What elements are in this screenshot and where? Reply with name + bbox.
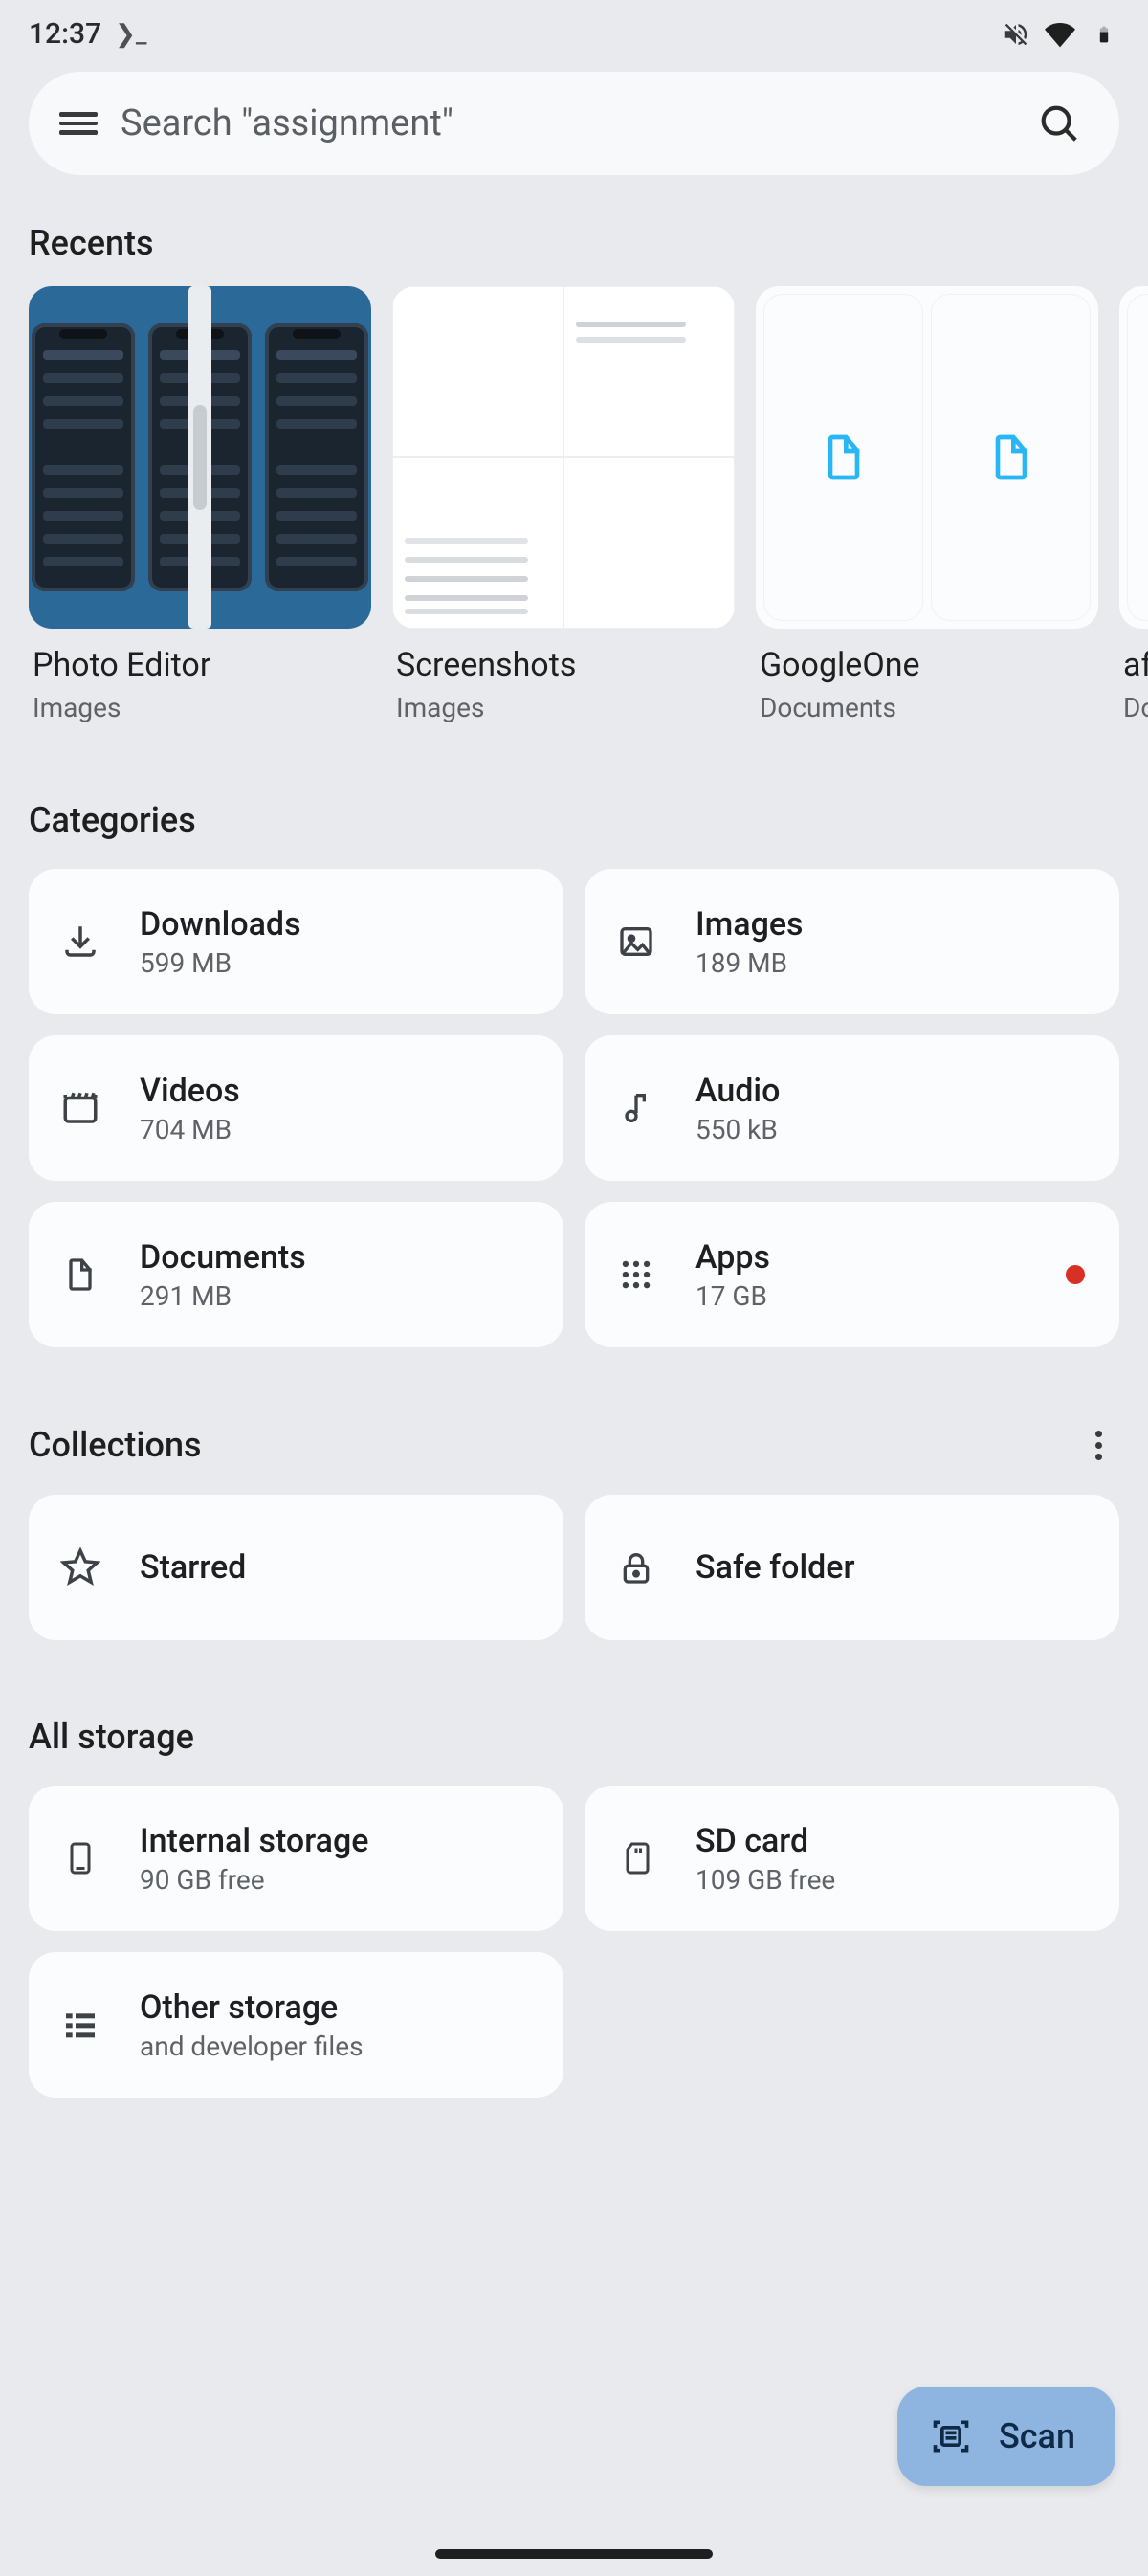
search-bar[interactable]: Search "assignment": [29, 72, 1119, 175]
storage-name: Internal storage: [140, 1822, 368, 1860]
storage-grid: Internal storage 90 GB free SD card 109 GB…: [0, 1780, 1148, 2098]
storage-internal[interactable]: Internal storage 90 GB free: [29, 1786, 563, 1931]
recent-item[interactable]: GoogleOne Documents: [756, 286, 1098, 723]
download-icon: [57, 919, 103, 965]
category-size: 550 kB: [695, 1114, 780, 1145]
more-icon[interactable]: [1077, 1424, 1119, 1466]
recents-row[interactable]: Photo Editor Images Screenshots Images G…: [0, 286, 1148, 723]
status-time: 12:37: [29, 17, 101, 51]
recent-thumb-photo-editor: [29, 286, 371, 629]
recent-subtitle: Images: [392, 692, 735, 723]
categories-grid: Downloads599 MB Images189 MB Videos 704 M…: [0, 863, 1148, 1347]
collection-name: Starred: [140, 1548, 246, 1587]
recent-item[interactable]: afla Doc: [1119, 286, 1148, 723]
category-documents[interactable]: Documents291 MB: [29, 1202, 563, 1347]
category-size: 704 MB: [140, 1114, 240, 1145]
apps-icon: [613, 1252, 659, 1298]
collections-grid: Starred Safe folder: [0, 1489, 1148, 1640]
category-size: 291 MB: [140, 1280, 306, 1312]
sdcard-icon: [613, 1835, 659, 1881]
storage-sub: 109 GB free: [695, 1864, 835, 1896]
storage-name: SD card: [695, 1822, 835, 1860]
collection-starred[interactable]: Starred: [29, 1495, 563, 1640]
category-name: Images: [695, 905, 804, 944]
lock-icon: [613, 1544, 659, 1590]
category-size: 189 MB: [695, 947, 804, 979]
collections-title: Collections: [29, 1425, 202, 1465]
storage-name: Other storage: [140, 1988, 364, 2027]
category-audio[interactable]: Audio 550 kB: [585, 1035, 1119, 1181]
section-header-recents: Recents: [0, 204, 1148, 286]
recent-thumb-extra: [1119, 286, 1148, 629]
scan-button[interactable]: Scan: [897, 2387, 1115, 2486]
storage-sdcard[interactable]: SD card 109 GB free: [585, 1786, 1119, 1931]
mute-icon: [1001, 19, 1031, 50]
search-input[interactable]: Search "assignment": [121, 102, 1016, 144]
category-size: 599 MB: [140, 947, 301, 979]
document-icon: [57, 1252, 103, 1298]
phone-icon: [57, 1835, 103, 1881]
scan-icon: [930, 2415, 972, 2457]
movie-icon: [57, 1085, 103, 1131]
battery-icon: [1089, 19, 1119, 50]
search-icon[interactable]: [1037, 101, 1081, 145]
category-name: Audio: [695, 1072, 780, 1110]
collection-safefolder[interactable]: Safe folder: [585, 1495, 1119, 1640]
storage-title: All storage: [29, 1717, 194, 1757]
collection-name: Safe folder: [695, 1548, 855, 1587]
category-videos[interactable]: Videos 704 MB: [29, 1035, 563, 1181]
category-name: Documents: [140, 1238, 306, 1277]
section-header-storage: All storage: [0, 1698, 1148, 1780]
star-icon: [57, 1544, 103, 1590]
recents-title: Recents: [29, 223, 154, 263]
categories-title: Categories: [29, 800, 196, 840]
category-name: Apps: [695, 1238, 770, 1277]
section-header-collections: Collections: [0, 1405, 1148, 1489]
category-apps[interactable]: Apps17 GB: [585, 1202, 1119, 1347]
list-icon: [57, 2002, 103, 2048]
recent-title: Photo Editor: [29, 646, 371, 684]
recent-item[interactable]: Photo Editor Images: [29, 286, 371, 723]
menu-icon[interactable]: [57, 102, 99, 144]
category-name: Videos: [140, 1072, 240, 1110]
storage-sub: 90 GB free: [140, 1864, 368, 1896]
category-name: Downloads: [140, 905, 301, 944]
terminal-icon: ❯_: [115, 20, 146, 49]
nav-handle[interactable]: [435, 2549, 713, 2559]
audio-icon: [613, 1085, 659, 1131]
recent-subtitle: Doc: [1119, 692, 1148, 723]
recent-subtitle: Documents: [756, 692, 1098, 723]
storage-sub: and developer files: [140, 2031, 364, 2062]
recent-thumb-screenshots: [392, 286, 735, 629]
notification-dot-icon: [1066, 1265, 1085, 1284]
recent-title: Screenshots: [392, 646, 735, 684]
recent-item[interactable]: Screenshots Images: [392, 286, 735, 723]
section-header-categories: Categories: [0, 781, 1148, 863]
recent-title: GoogleOne: [756, 646, 1098, 684]
image-icon: [613, 919, 659, 965]
recent-title: afla: [1119, 646, 1148, 684]
recent-thumb-googleone: [756, 286, 1098, 629]
category-images[interactable]: Images189 MB: [585, 869, 1119, 1014]
storage-other[interactable]: Other storage and developer files: [29, 1952, 563, 2098]
scan-label: Scan: [999, 2416, 1075, 2456]
wifi-icon: [1045, 19, 1075, 50]
status-bar: 12:37 ❯_: [0, 0, 1148, 60]
category-downloads[interactable]: Downloads599 MB: [29, 869, 563, 1014]
category-size: 17 GB: [695, 1280, 770, 1312]
recent-subtitle: Images: [29, 692, 371, 723]
